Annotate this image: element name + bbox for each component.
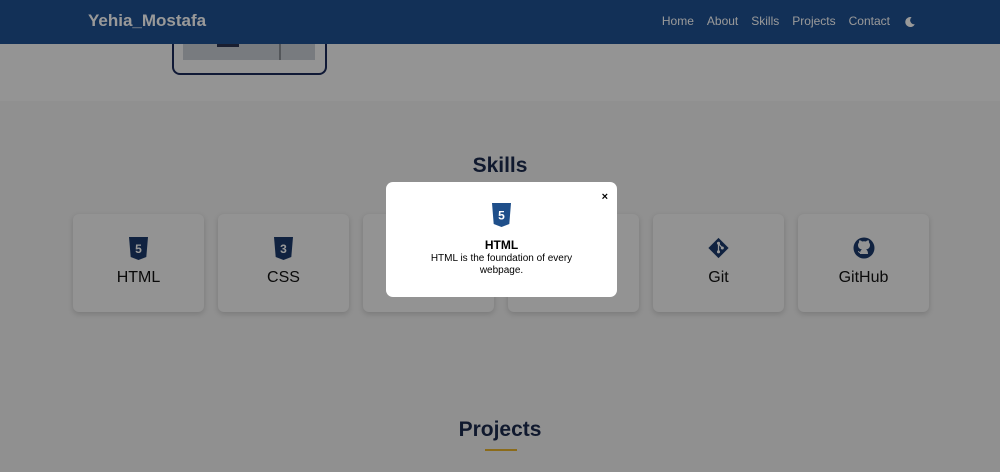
skill-modal: × 5 HTML HTML is the foundation of every… <box>386 182 617 297</box>
modal-description: HTML is the foundation of every webpage. <box>430 253 573 276</box>
modal-title: HTML <box>484 238 519 252</box>
html5-icon: 5 <box>491 203 512 227</box>
close-icon[interactable]: × <box>602 191 608 203</box>
svg-text:5: 5 <box>498 209 505 223</box>
